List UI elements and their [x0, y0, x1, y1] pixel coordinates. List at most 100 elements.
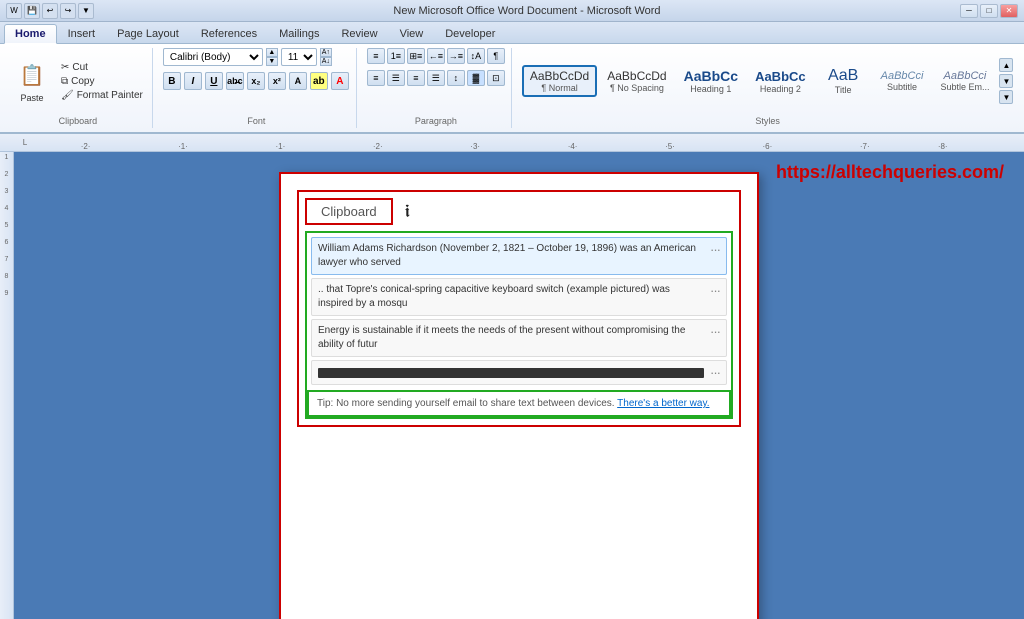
highlight-button[interactable]: ab [310, 72, 328, 90]
multilevel-list-button[interactable]: ⊞≡ [407, 48, 425, 64]
font-size-increase[interactable]: ▲ [266, 48, 278, 57]
minimize-button[interactable]: ─ [960, 4, 978, 18]
document-page[interactable]: Clipboard 𝖎 William Adams Richardson (No… [279, 172, 759, 619]
shrink-font-button[interactable]: A↓ [320, 57, 332, 66]
tab-page-layout[interactable]: Page Layout [106, 24, 190, 43]
sort-button[interactable]: ↕A [467, 48, 485, 64]
border-button[interactable]: ⊡ [487, 70, 505, 86]
bold-button[interactable]: B [163, 72, 181, 90]
clipboard-item-2-dots: ··· [710, 283, 720, 298]
clipboard-item-1-text: William Adams Richardson (November 2, 18… [318, 242, 704, 270]
font-row2: B I U ab̶c x₂ x² A ab A [163, 72, 349, 90]
shading-button[interactable]: ▓ [467, 70, 485, 86]
window-controls: ─ □ ✕ [960, 4, 1018, 18]
font-family-select[interactable]: Calibri (Body) [163, 48, 263, 66]
copy-button[interactable]: ⧉ Copy [58, 75, 146, 88]
tab-developer[interactable]: Developer [434, 24, 506, 43]
ruler-mark-4: ·2· [373, 142, 383, 151]
close-button[interactable]: ✕ [1000, 4, 1018, 18]
subscript-button[interactable]: x₂ [247, 72, 265, 90]
justify-button[interactable]: ☰ [427, 70, 445, 86]
paragraph-group-label: Paragraph [367, 114, 505, 128]
ruler-corner: L [18, 138, 32, 147]
format-painter-button[interactable]: 🖌 Format Painter [58, 89, 146, 102]
ruler-mark-1: ·2· [81, 142, 91, 151]
undo-icon[interactable]: ↩ [42, 3, 58, 19]
quick-access-icon[interactable]: ▼ [78, 3, 94, 19]
title-bar-icons: W 💾 ↩ ↪ ▼ [6, 3, 94, 19]
ruler-mark-9: ·7· [860, 142, 870, 151]
italic-button[interactable]: I [184, 72, 202, 90]
styles-scroll-up[interactable]: ▲ [999, 58, 1013, 72]
maximize-button[interactable]: □ [980, 4, 998, 18]
style-heading1[interactable]: AaBbCc Heading 1 [677, 65, 745, 97]
watermark-url: https://alltechqueries.com/ [776, 162, 1004, 183]
style-subtitle[interactable]: AaBbCci Subtitle [874, 67, 931, 95]
style-subtle-em[interactable]: AaBbCci Subtle Em... [933, 67, 996, 95]
font-group-content: Calibri (Body) ▲ ▼ 11 A↑ A↓ B I U ab̶c [163, 48, 350, 114]
clipboard-tip-text: Tip: No more sending yourself email to s… [317, 398, 615, 409]
tab-references[interactable]: References [190, 24, 268, 43]
style-no-spacing[interactable]: AaBbCcDd ¶ No Spacing [600, 66, 673, 96]
styles-more[interactable]: ▼ [999, 90, 1013, 104]
style-normal[interactable]: AaBbCcDd ¶ Normal [522, 65, 597, 97]
styles-scroll-controls: ▲ ▼ ▼ [999, 58, 1013, 104]
clipboard-item-3-text: Energy is sustainable if it meets the ne… [318, 324, 704, 352]
bullets-button[interactable]: ≡ [367, 48, 385, 64]
ribbon-group-paragraph: ≡ 1≡ ⊞≡ ←≡ →≡ ↕A ¶ ≡ ☰ ≡ ☰ ↕ ▓ ⊡ Paragra… [361, 48, 512, 128]
ruler-mark-6: ·4· [568, 142, 578, 151]
tab-mailings[interactable]: Mailings [268, 24, 330, 43]
app-icon: W [6, 3, 22, 19]
font-size-grow-shrink: A↑ A↓ [320, 48, 332, 66]
clipboard-item-4[interactable]: ··· [311, 360, 727, 385]
align-center-button[interactable]: ☰ [387, 70, 405, 86]
font-color-button[interactable]: A [331, 72, 349, 90]
tab-insert[interactable]: Insert [57, 24, 107, 43]
font-size-decrease[interactable]: ▼ [266, 57, 278, 66]
clipboard-item-4-blackbar [318, 368, 704, 378]
cut-button[interactable]: ✂ Cut [58, 61, 146, 74]
horizontal-ruler: L ·2· ·1· ·1· ·2· ·3· ·4· ·5· ·6· ·7· ·8… [0, 134, 1024, 152]
align-right-button[interactable]: ≡ [407, 70, 425, 86]
clipboard-item-4-dots: ··· [710, 365, 720, 380]
show-formatting-button[interactable]: ¶ [487, 48, 505, 64]
clipboard-title-box: Clipboard [305, 198, 393, 225]
tab-view[interactable]: View [389, 24, 435, 43]
clipboard-item-2-text: .. that Topre's conical-spring capacitiv… [318, 283, 704, 311]
clear-format-button[interactable]: A [289, 72, 307, 90]
quick-save-icon[interactable]: 💾 [24, 3, 40, 19]
ruler-mark-7: ·5· [665, 142, 675, 151]
superscript-button[interactable]: x² [268, 72, 286, 90]
strikethrough-button[interactable]: ab̶c [226, 72, 244, 90]
ribbon-group-clipboard: 📋 Paste ✂ Cut ⧉ Copy 🖌 Format Painter Cl… [4, 48, 153, 128]
numbering-button[interactable]: 1≡ [387, 48, 405, 64]
vertical-ruler: 1 2 3 4 5 6 7 8 9 [0, 152, 14, 619]
style-title[interactable]: AaB Title [816, 64, 871, 98]
font-group-label: Font [163, 114, 350, 128]
styles-group-label: Styles [522, 114, 1014, 128]
styles-scroll-down[interactable]: ▼ [999, 74, 1013, 88]
clipboard-item-3[interactable]: Energy is sustainable if it meets the ne… [311, 319, 727, 357]
increase-indent-button[interactable]: →≡ [447, 48, 465, 64]
clipboard-items-list: William Adams Richardson (November 2, 18… [305, 231, 733, 419]
grow-font-button[interactable]: A↑ [320, 48, 332, 57]
clipboard-title-text: Clipboard [321, 204, 377, 219]
decrease-indent-button[interactable]: ←≡ [427, 48, 445, 64]
ruler-mark-2: ·1· [178, 142, 188, 151]
tab-home[interactable]: Home [4, 24, 57, 44]
align-left-button[interactable]: ≡ [367, 70, 385, 86]
clipboard-item-2[interactable]: .. that Topre's conical-spring capacitiv… [311, 278, 727, 316]
clipboard-tip-link[interactable]: There's a better way. [617, 398, 709, 409]
line-spacing-button[interactable]: ↕ [447, 70, 465, 86]
tab-review[interactable]: Review [330, 24, 388, 43]
font-size-select[interactable]: 11 [281, 48, 317, 66]
clipboard-item-1[interactable]: William Adams Richardson (November 2, 18… [311, 237, 727, 275]
underline-button[interactable]: U [205, 72, 223, 90]
window-title: New Microsoft Office Word Document - Mic… [94, 5, 960, 17]
font-row1: Calibri (Body) ▲ ▼ 11 A↑ A↓ [163, 48, 332, 66]
style-heading2[interactable]: AaBbCc Heading 2 [748, 66, 813, 97]
paste-button[interactable]: 📋 Paste [10, 55, 54, 107]
redo-icon[interactable]: ↪ [60, 3, 76, 19]
ribbon: 📋 Paste ✂ Cut ⧉ Copy 🖌 Format Painter Cl… [0, 44, 1024, 134]
main-content: 1 2 3 4 5 6 7 8 9 https://alltechqueries… [0, 152, 1024, 619]
